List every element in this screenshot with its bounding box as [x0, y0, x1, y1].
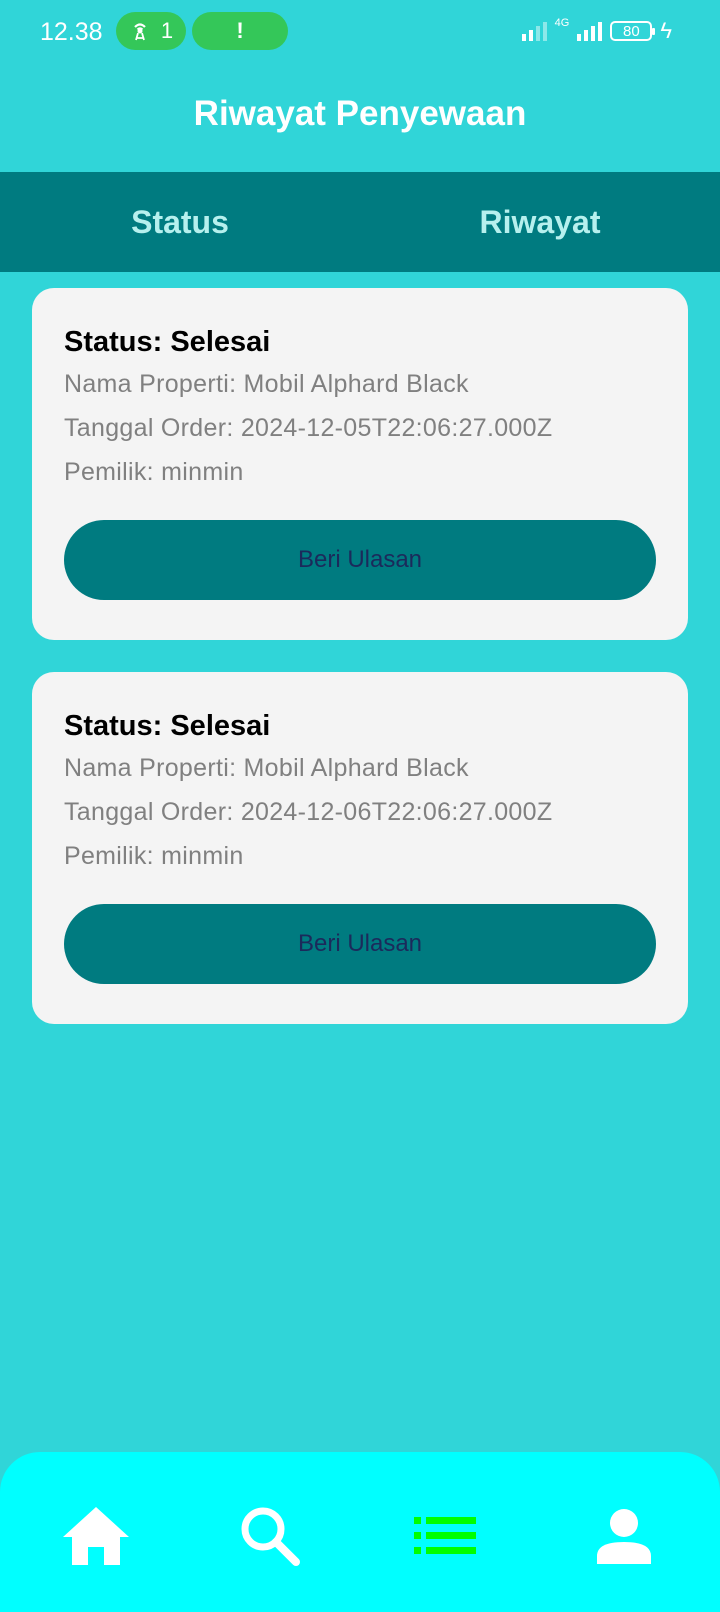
order-property: Nama Properti: Mobil Alphard Black: [64, 370, 469, 398]
alert-indicator: !: [192, 12, 288, 50]
nav-profile[interactable]: [584, 1500, 664, 1572]
order-date: Tanggal Order: 2024-12-05T22:06:27.000Z: [64, 414, 553, 442]
tab-status[interactable]: Status: [0, 172, 360, 272]
review-button[interactable]: Beri Ulasan: [64, 520, 656, 600]
battery-level: 80: [623, 22, 640, 40]
nav-home[interactable]: [56, 1500, 136, 1572]
order-property: Nama Properti: Mobil Alphard Black: [64, 754, 469, 782]
order-status: Status: Selesai: [64, 710, 271, 742]
home-icon: [63, 1507, 129, 1565]
status-bar: 12.38 1 ! 4G 80 ϟ: [0, 0, 720, 64]
review-button[interactable]: Beri Ulasan: [64, 904, 656, 984]
bottom-nav: [0, 1452, 720, 1612]
order-status: Status: Selesai: [64, 326, 271, 358]
charging-icon: ϟ: [660, 18, 672, 43]
page-title: Riwayat Penyewaan: [193, 94, 527, 133]
signal-icon-sim2: [577, 21, 603, 41]
network-type: 4G: [554, 16, 570, 29]
status-right-icons: 4G 80 ϟ: [521, 16, 672, 44]
alert-icon: !: [236, 18, 244, 43]
hotspot-count: 1: [160, 18, 174, 43]
hotspot-icon: [134, 23, 146, 41]
order-owner: Pemilik: minmin: [64, 842, 244, 870]
order-date: Tanggal Order: 2024-12-06T22:06:27.000Z: [64, 798, 553, 826]
hotspot-indicator: 1: [116, 12, 186, 50]
tab-bar: Status Riwayat: [0, 172, 720, 272]
signal-icon-sim1: [521, 21, 547, 41]
person-icon: [597, 1509, 651, 1564]
battery-icon: 80: [610, 21, 656, 41]
order-card: Status: Selesai Nama Properti: Mobil Alp…: [32, 288, 688, 640]
nav-list[interactable]: [406, 1500, 486, 1572]
tab-riwayat[interactable]: Riwayat: [360, 172, 720, 272]
status-time: 12.38: [40, 18, 103, 46]
order-owner: Pemilik: minmin: [64, 458, 244, 486]
search-icon: [241, 1507, 300, 1566]
nav-search[interactable]: [230, 1500, 310, 1572]
list-icon: [414, 1517, 476, 1554]
order-card: Status: Selesai Nama Properti: Mobil Alp…: [32, 672, 688, 1024]
